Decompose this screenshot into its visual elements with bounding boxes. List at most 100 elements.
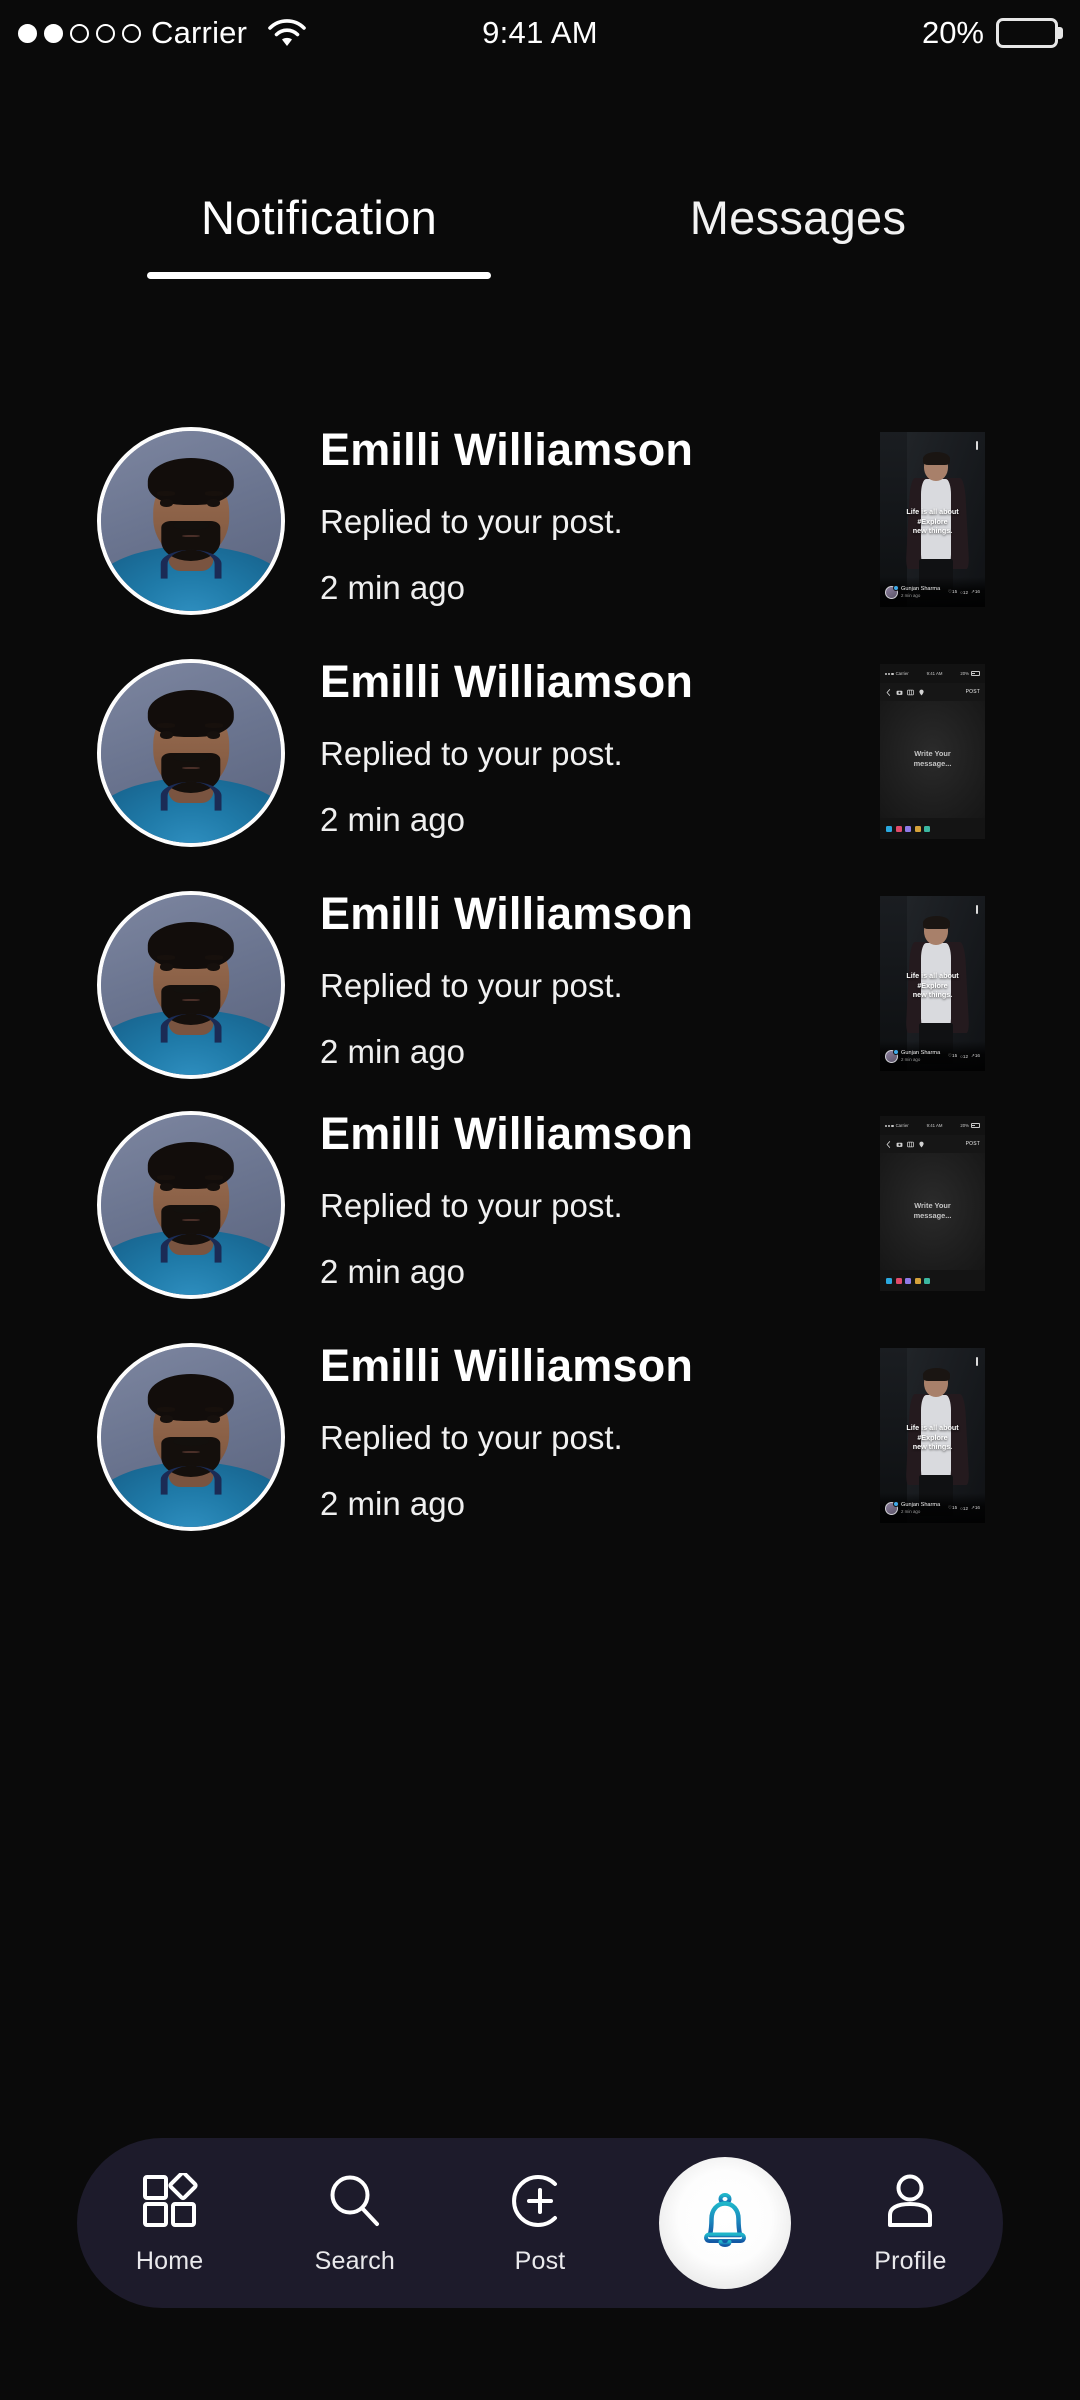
verified-badge-icon	[893, 584, 899, 591]
like-count: ♡15	[947, 589, 958, 595]
compose-tool-icon-2[interactable]	[895, 825, 902, 832]
notification-action-text: Replied to your post.	[320, 967, 623, 1004]
compose-toolbar: POST	[880, 683, 985, 701]
nav-item-notification[interactable]	[633, 2138, 818, 2308]
compose-tool-icon-4[interactable]	[914, 825, 921, 832]
compose-tool-icon-5[interactable]	[924, 825, 930, 832]
compose-preview: Carrier 9:41 AM 20% POST Write Your message..…	[880, 664, 985, 839]
nav-label-search: Search	[314, 2246, 396, 2275]
back-arrow-icon	[886, 1140, 891, 1148]
notification-thumbnail[interactable]: Life is all about #Explore new things. Gunj…	[880, 432, 985, 607]
tab-messages[interactable]: Messages	[578, 178, 1018, 256]
compose-tool-icon-2[interactable]	[895, 1277, 902, 1284]
status-bar: Carrier 9:41 AM 20%	[0, 0, 1080, 66]
post-stats: ♡15 ○12 ↗16	[948, 589, 980, 595]
user-avatar[interactable]	[97, 427, 285, 615]
notification-user-name: Emilli Williamson	[320, 1108, 694, 1159]
tab-notification[interactable]: Notification	[60, 178, 578, 256]
post-timestamp: 2 min ago	[901, 593, 921, 599]
notification-text-block: Emilli Williamson Replied to your post. 2 …	[320, 1343, 840, 1520]
location-pin-icon	[919, 689, 924, 695]
compose-tool-icon-3[interactable]	[905, 1277, 911, 1284]
compose-post-button[interactable]: POST	[966, 689, 980, 695]
nav-label-post: Post	[514, 2246, 566, 2275]
verified-badge-icon	[893, 1048, 899, 1055]
user-avatar[interactable]	[97, 1111, 285, 1299]
compose-tool-icon-1[interactable]	[886, 825, 892, 832]
battery-icon	[996, 18, 1063, 48]
compose-placeholder: Write Your message...	[913, 749, 952, 769]
location-pin-icon	[919, 1141, 924, 1147]
notification-row[interactable]: Emilli Williamson Replied to your post. 2 …	[0, 427, 1080, 687]
avatar-photo	[101, 431, 281, 611]
avatar-photo	[101, 895, 281, 1075]
battery-percent-label: 20%	[921, 15, 984, 50]
search-icon	[326, 2171, 384, 2231]
compose-tool-row	[880, 1270, 985, 1291]
gallery-icon	[907, 1141, 914, 1147]
like-count: ♡15	[947, 1505, 958, 1511]
post-preview: Life is all about #Explore new things. Gunj…	[880, 432, 985, 607]
post-timestamp: 2 min ago	[901, 1509, 921, 1515]
compose-status-bar: Carrier 9:41 AM 20%	[880, 1116, 985, 1136]
compose-tool-row	[880, 818, 985, 839]
avatar-photo	[101, 1347, 281, 1527]
post-author-avatar	[885, 1048, 899, 1063]
user-avatar[interactable]	[97, 659, 285, 847]
nav-label-profile: Profile	[874, 2246, 947, 2275]
nav-label-home: Home	[135, 2246, 204, 2275]
nav-item-post[interactable]: Post	[447, 2138, 632, 2308]
notification-text-block: Emilli Williamson Replied to your post. 2 …	[320, 891, 840, 1068]
more-options-icon[interactable]	[975, 904, 978, 914]
post-author-name: Gunjan Sharma	[901, 586, 941, 593]
notification-action-text: Replied to your post.	[320, 503, 623, 540]
post-author-name: Gunjan Sharma	[901, 1050, 941, 1057]
compose-tool-icon-1[interactable]	[886, 1277, 892, 1284]
post-caption: Life is all about #Explore new things.	[906, 507, 959, 536]
tab-bar: Notification Messages	[0, 178, 1080, 298]
notification-thumbnail[interactable]: Life is all about #Explore new things. Gunj…	[880, 1348, 985, 1523]
notification-thumbnail[interactable]: Carrier 9:41 AM 20% POST Write Your message..…	[880, 664, 985, 839]
post-caption: Life is all about #Explore new things.	[906, 1423, 959, 1452]
comment-count: ○12	[960, 589, 969, 595]
post-author-name: Gunjan Sharma	[901, 1502, 941, 1509]
compose-preview: Carrier 9:41 AM 20% POST Write Your message..…	[880, 1116, 985, 1291]
camera-icon	[896, 690, 903, 695]
notification-thumbnail[interactable]: Life is all about #Explore new things. Gunj…	[880, 896, 985, 1071]
comment-count: ○12	[960, 1053, 969, 1059]
compose-tool-icon-5[interactable]	[924, 1277, 930, 1284]
compose-tool-icon-3[interactable]	[905, 825, 911, 832]
notification-timestamp: 2 min ago	[320, 1033, 465, 1070]
plus-circle-icon	[511, 2171, 569, 2231]
user-avatar[interactable]	[97, 891, 285, 1079]
post-author-avatar	[885, 1500, 899, 1515]
compose-body[interactable]: Write Your message...	[880, 700, 985, 818]
compose-toolbar: POST	[880, 1135, 985, 1153]
bottom-navigation-bar: Home Search Post Profile	[77, 2138, 1003, 2308]
nav-item-profile[interactable]: Profile	[818, 2138, 1003, 2308]
avatar-photo	[101, 663, 281, 843]
notification-thumbnail[interactable]: Carrier 9:41 AM 20% POST Write Your message..…	[880, 1116, 985, 1291]
notification-action-text: Replied to your post.	[320, 735, 623, 772]
post-preview: Life is all about #Explore new things. Gunj…	[880, 1348, 985, 1523]
post-caption: Life is all about #Explore new things.	[906, 971, 959, 1000]
notification-timestamp: 2 min ago	[320, 801, 465, 838]
compose-tool-icon-4[interactable]	[914, 1277, 921, 1284]
compose-post-button[interactable]: POST	[966, 1141, 980, 1147]
share-count: ↗16	[971, 1505, 980, 1511]
notification-row[interactable]: Emilli Williamson Replied to your post. 2 …	[0, 659, 1080, 919]
back-arrow-icon	[886, 688, 891, 696]
notification-action-text: Replied to your post.	[320, 1187, 623, 1224]
nav-item-search[interactable]: Search	[262, 2138, 447, 2308]
nav-item-home[interactable]: Home	[77, 2138, 262, 2308]
notification-row[interactable]: Emilli Williamson Replied to your post. 2 …	[0, 1343, 1080, 1603]
more-options-icon[interactable]	[975, 1356, 978, 1366]
notification-text-block: Emilli Williamson Replied to your post. 2 …	[320, 1111, 840, 1288]
notification-row[interactable]: Emilli Williamson Replied to your post. 2 …	[0, 1111, 1080, 1371]
comment-count: ○12	[960, 1505, 969, 1511]
compose-body[interactable]: Write Your message...	[880, 1152, 985, 1270]
user-avatar[interactable]	[97, 1343, 285, 1531]
more-options-icon[interactable]	[975, 440, 978, 450]
status-bar-right: 20%	[921, 0, 1063, 66]
battery-cap	[1057, 27, 1063, 39]
